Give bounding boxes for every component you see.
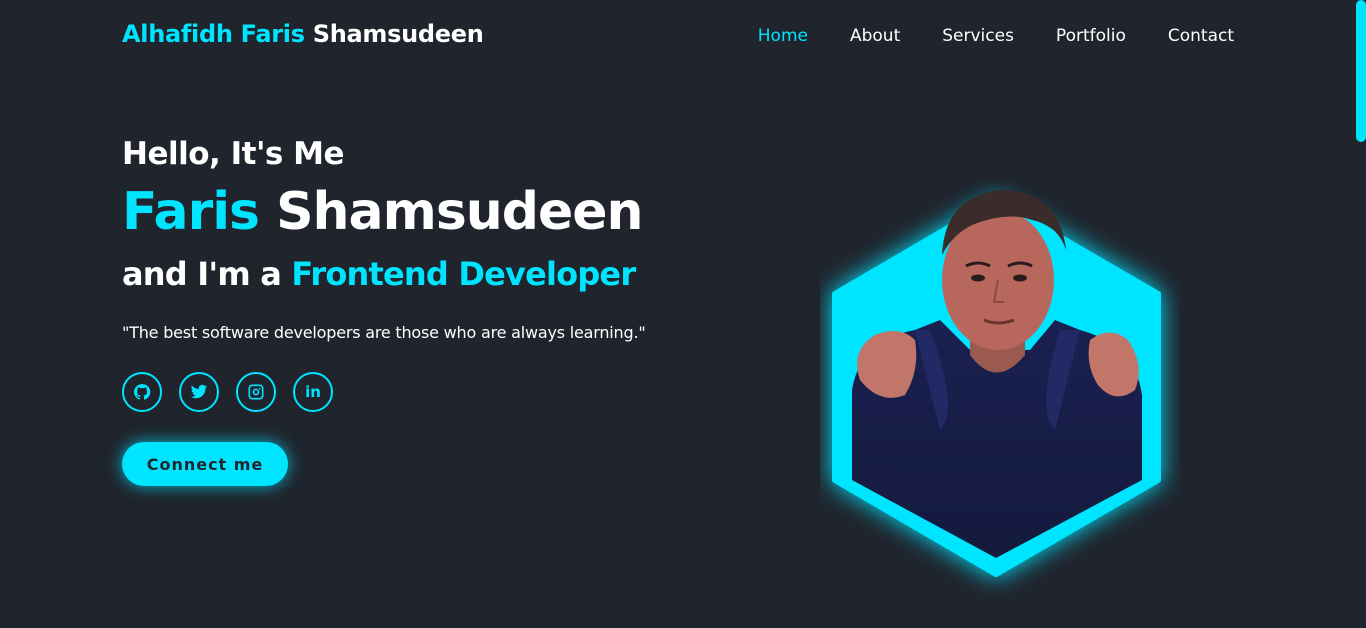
profile-photo [852,190,1142,558]
github-icon [134,384,151,400]
hero-name-accent: Faris [122,182,260,242]
nav-services-link[interactable]: Services [942,26,1014,46]
social-links: in [122,372,722,413]
twitter-link[interactable] [179,372,219,413]
nav-home-link[interactable]: Home [758,26,808,46]
scrollbar-thumb[interactable] [1356,0,1366,142]
hero-role-accent: Frontend Developer [291,255,636,294]
linkedin-icon: in [305,383,321,402]
profile-image-frame [820,180,1180,600]
nav-portfolio-link[interactable]: Portfolio [1056,26,1126,46]
instagram-link[interactable] [236,372,276,413]
hero-quote: "The best software developers are those … [122,323,646,343]
logo-accent-text: Alhafidh Faris [122,20,305,48]
hero-name-plain: Shamsudeen [258,182,644,242]
github-link[interactable] [122,372,162,413]
linkedin-link[interactable]: in [293,372,333,413]
hero-greeting: Hello, It's Me [122,136,345,172]
hero-name: Faris Shamsudeen [122,182,722,242]
connect-me-button[interactable]: Connect me [122,442,288,487]
main-nav: Home About Services Portfolio Contact [758,26,1234,46]
hero-role-prefix: and I'm a [122,255,292,294]
logo-plain-text: Shamsudeen [304,20,484,48]
nav-contact-link[interactable]: Contact [1168,26,1234,46]
header: Alhafidh Faris Shamsudeen Home About Ser… [0,0,1366,72]
profile-hexagon [832,190,1161,577]
hero-role: and I'm a Frontend Developer [122,255,722,293]
instagram-icon [248,384,264,400]
nav-about-link[interactable]: About [850,26,900,46]
site-logo[interactable]: Alhafidh Faris Shamsudeen [122,20,484,48]
twitter-icon [190,385,208,399]
hero-section: Hello, It's Me Faris Shamsudeen and I'm … [122,136,722,487]
